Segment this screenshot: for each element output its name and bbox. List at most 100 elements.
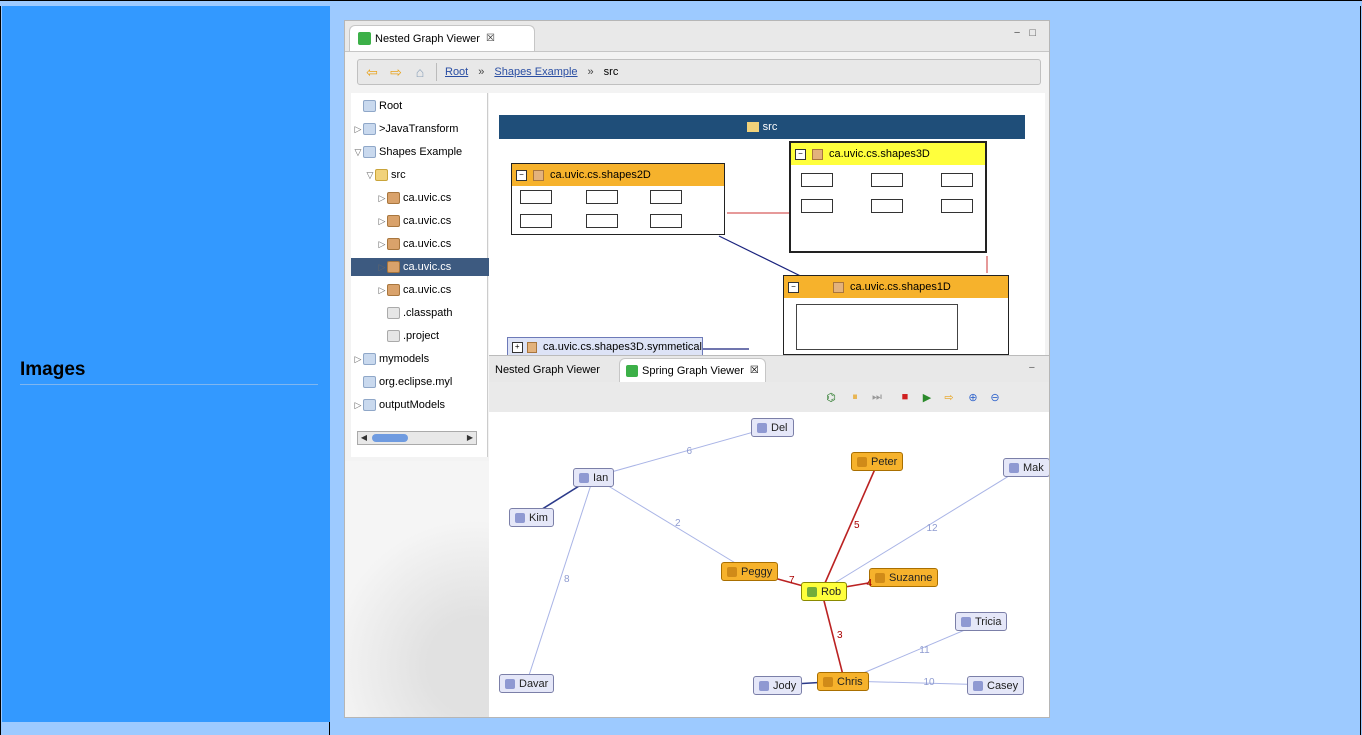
- collapse-icon[interactable]: −: [788, 281, 799, 293]
- tree-item-label: ca.uvic.cs: [403, 261, 452, 273]
- breadcrumb-separator: »: [478, 66, 485, 78]
- node-label: Davar: [519, 677, 549, 690]
- edge-label: 12: [926, 523, 938, 534]
- class-node[interactable]: [871, 199, 903, 213]
- minimize-icon[interactable]: −: [1029, 362, 1035, 374]
- project-icon: [363, 123, 376, 135]
- graph-node-peter[interactable]: Peter: [851, 452, 904, 471]
- up-icon[interactable]: ⌂: [410, 63, 430, 81]
- bottom-view-tabbar: Nested Graph Viewer Spring Graph Viewer …: [489, 356, 1049, 383]
- breadcrumb-root[interactable]: Root: [445, 66, 468, 78]
- graph-node-kim[interactable]: Kim: [509, 508, 554, 527]
- expand-toggle-icon[interactable]: ▷: [377, 262, 387, 273]
- expand-toggle-icon[interactable]: ▷: [377, 193, 387, 204]
- expand-toggle-icon[interactable]: ▷: [377, 216, 387, 227]
- package-icon: [387, 192, 400, 204]
- graph-node-davar[interactable]: Davar: [499, 674, 555, 693]
- expand-toggle-icon[interactable]: ▽: [353, 147, 363, 158]
- scroll-thumb[interactable]: [372, 434, 408, 442]
- layout-icon[interactable]: ⌬: [823, 389, 839, 405]
- zoom-out-icon[interactable]: ⊖: [987, 389, 1003, 405]
- expand-toggle-icon[interactable]: ▷: [353, 354, 363, 365]
- graph-node-tricia[interactable]: Tricia: [955, 612, 1008, 631]
- graph-node-suzanne[interactable]: Suzanne: [869, 568, 939, 587]
- breadcrumb-current: src: [603, 66, 619, 78]
- tree-item[interactable]: org.eclipse.myl: [351, 373, 489, 391]
- class-node[interactable]: [650, 214, 682, 228]
- label-cell: Images: [2, 6, 330, 722]
- expand-toggle-icon[interactable]: ▷: [377, 285, 387, 296]
- package-icon: [526, 341, 538, 353]
- scroll-right-icon[interactable]: ▶: [464, 432, 476, 444]
- package-node-shapes2d[interactable]: − ca.uvic.cs.shapes2D: [511, 163, 725, 235]
- package-node-shapes3d-symmetical[interactable]: + ca.uvic.cs.shapes3D.symmetical: [507, 337, 703, 357]
- package-node-shapes1d[interactable]: − ca.uvic.cs.shapes1D: [783, 275, 1009, 355]
- node-type-icon: [823, 676, 833, 687]
- expand-toggle-icon[interactable]: ▷: [353, 124, 363, 135]
- close-icon[interactable]: ☒: [750, 365, 759, 376]
- tree-item[interactable]: ▷ mymodels: [351, 350, 489, 368]
- project-icon: [363, 146, 376, 158]
- graph-node-chris[interactable]: Chris: [817, 672, 869, 691]
- pause-icon[interactable]: ⏸: [847, 389, 863, 405]
- class-node[interactable]: [801, 173, 833, 187]
- class-node[interactable]: [520, 214, 552, 228]
- package-node-shapes3d[interactable]: − ca.uvic.cs.shapes3D: [789, 141, 987, 253]
- nested-container: [796, 304, 958, 350]
- stop-icon[interactable]: ■: [897, 389, 913, 405]
- window-controls[interactable]: − □: [1014, 27, 1039, 39]
- tree-scrollbar[interactable]: ◀ ▶: [357, 431, 477, 445]
- graph-node-del[interactable]: Del: [751, 418, 794, 437]
- tab-nested-graph-viewer[interactable]: Nested Graph Viewer ☒: [349, 25, 535, 51]
- expand-toggle-icon[interactable]: ▷: [353, 400, 363, 411]
- node-type-icon: [515, 512, 525, 523]
- class-node[interactable]: [801, 199, 833, 213]
- collapse-icon[interactable]: −: [795, 148, 806, 160]
- graph-node-casey[interactable]: Casey: [967, 676, 1025, 695]
- tree-item[interactable]: ▷ >JavaTransform: [351, 120, 489, 138]
- tab-label: Nested Graph Viewer: [495, 364, 600, 376]
- tree-item[interactable]: Root: [351, 97, 489, 115]
- zoom-in-icon[interactable]: ⊕: [965, 389, 981, 405]
- top-view-tabbar: Nested Graph Viewer ☒ − □: [345, 21, 1049, 52]
- close-icon[interactable]: ☒: [486, 33, 495, 44]
- tree-item[interactable]: ▷ outputModels: [351, 396, 489, 414]
- class-node[interactable]: [941, 173, 973, 187]
- expand-toggle-icon[interactable]: ▷: [377, 239, 387, 250]
- tree-item[interactable]: ▽ src: [351, 166, 501, 184]
- folder-icon: [363, 353, 376, 365]
- background-graph-watermark: [345, 461, 490, 717]
- tree-item-label: >JavaTransform: [379, 123, 459, 135]
- edge-label: 7: [789, 575, 795, 586]
- class-node[interactable]: [586, 190, 618, 204]
- expand-icon[interactable]: +: [512, 341, 523, 353]
- class-node[interactable]: [941, 199, 973, 213]
- class-node[interactable]: [586, 214, 618, 228]
- node-label: Kim: [529, 511, 548, 524]
- package-header: − ca.uvic.cs.shapes3D: [791, 143, 985, 165]
- class-node[interactable]: [650, 190, 682, 204]
- tree-item-label: ca.uvic.cs: [403, 284, 452, 296]
- folder-icon: [363, 376, 376, 388]
- forward-icon[interactable]: ⇨: [941, 389, 957, 405]
- scroll-left-icon[interactable]: ◀: [358, 432, 370, 444]
- graph-node-rob[interactable]: Rob: [801, 582, 848, 601]
- expand-toggle-icon[interactable]: ▽: [365, 170, 375, 181]
- collapse-icon[interactable]: −: [516, 169, 527, 181]
- eclipse-screenshot: Nested Graph Viewer ☒ − □ ⇦ ⇨ ⌂ Root » S…: [344, 20, 1050, 718]
- class-node[interactable]: [871, 173, 903, 187]
- forward-arrow-icon[interactable]: ⇨: [386, 63, 406, 81]
- class-node[interactable]: [520, 190, 552, 204]
- node-type-icon: [973, 680, 983, 691]
- graph-node-peggy[interactable]: Peggy: [721, 562, 779, 581]
- breadcrumb-shapes-example[interactable]: Shapes Example: [494, 66, 577, 78]
- tab-nested-graph-viewer[interactable]: Nested Graph Viewer: [489, 358, 606, 382]
- graph-node-jody[interactable]: Jody: [753, 676, 803, 695]
- play-icon[interactable]: ▶: [919, 389, 935, 405]
- graph-node-mak[interactable]: Mak: [1003, 458, 1049, 477]
- back-arrow-icon[interactable]: ⇦: [362, 63, 382, 81]
- tree-item[interactable]: ▽ Shapes Example: [351, 143, 489, 161]
- graph-node-ian[interactable]: Ian: [573, 468, 615, 487]
- tab-spring-graph-viewer[interactable]: Spring Graph Viewer ☒: [619, 358, 766, 382]
- step-icon[interactable]: ⏭: [869, 389, 885, 405]
